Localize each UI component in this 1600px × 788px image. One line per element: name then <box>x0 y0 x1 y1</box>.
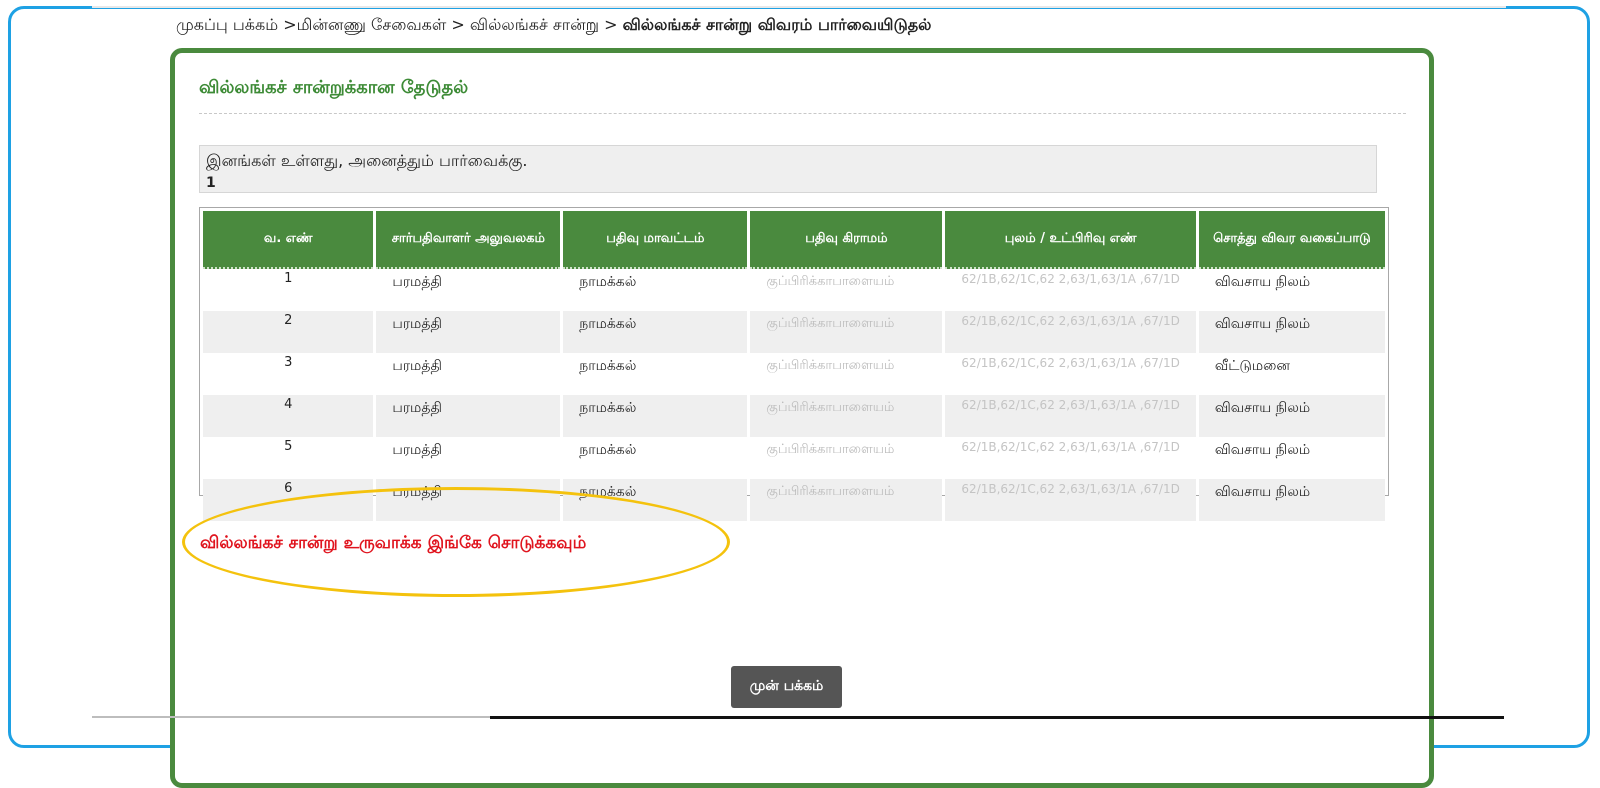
results-table-container: வ. எண் சார்பதிவாளர் அலுவலகம் பதிவு மாவட்… <box>199 207 1389 521</box>
cell-village: குப்பிரிக்காபாளையம் <box>766 358 895 373</box>
cell-office: பரமத்தி <box>376 395 561 437</box>
breadcrumb-ec[interactable]: வில்லங்கச் சான்று <box>470 15 599 34</box>
table-row[interactable]: 5 பரமத்தி நாமக்கல் குப்பிரிக்காபாளையம் 6… <box>203 437 1385 479</box>
bottom-divider-dark <box>490 716 1504 719</box>
header-district: பதிவு மாவட்டம் <box>563 211 748 269</box>
breadcrumb-separator: > <box>604 15 618 34</box>
header-survey: புலம் / உட்பிரிவு எண் <box>945 211 1196 269</box>
header-office: சார்பதிவாளர் அலுவலகம் <box>376 211 561 269</box>
cell-district: நாமக்கல் <box>579 358 637 374</box>
table-row[interactable]: 4 பரமத்தி நாமக்கல் குப்பிரிக்காபாளையம் 6… <box>203 395 1385 437</box>
cell-district: நாமக்கல் <box>579 442 637 458</box>
cell-village: குப்பிரிக்காபாளையம் <box>750 395 943 437</box>
cell-survey: 62/1B,62/1C,62 2,63/1,63/1A ,67/1D <box>961 272 1180 286</box>
cell-type: விவசாய நிலம் <box>1214 442 1311 458</box>
cell-survey: 62/1B,62/1C,62 2,63/1,63/1A ,67/1D <box>945 395 1196 437</box>
cell-village: குப்பிரிக்காபாளையம் <box>750 479 943 521</box>
cell-survey: 62/1B,62/1C,62 2,63/1,63/1A ,67/1D <box>945 479 1196 521</box>
result-message: இனங்கள் உள்ளது, அனைத்தும் பார்வைக்கு. <box>206 151 528 170</box>
result-summary: இனங்கள் உள்ளது, அனைத்தும் பார்வைக்கு. 1 <box>199 145 1377 193</box>
cell-sno: 2 <box>203 311 374 353</box>
cell-office: பரமத்தி <box>376 311 561 353</box>
cell-survey: 62/1B,62/1C,62 2,63/1,63/1A ,67/1D <box>961 440 1180 454</box>
create-ec-link[interactable]: வில்லங்கச் சான்று உருவாக்க இங்கே சொடுக்க… <box>200 533 586 555</box>
cell-district: நாமக்கல் <box>563 311 748 353</box>
cell-village: குப்பிரிக்காபாளையம் <box>766 274 895 289</box>
cell-village: குப்பிரிக்காபாளையம் <box>750 311 943 353</box>
results-table: வ. எண் சார்பதிவாளர் அலுவலகம் பதிவு மாவட்… <box>200 211 1388 521</box>
table-row[interactable]: 2 பரமத்தி நாமக்கல் குப்பிரிக்காபாளையம் 6… <box>203 311 1385 353</box>
title-divider <box>199 113 1406 114</box>
cell-sno: 1 <box>284 271 293 286</box>
cell-type: விவசாய நிலம் <box>1198 479 1385 521</box>
result-count: 1 <box>206 175 216 191</box>
cell-survey: 62/1B,62/1C,62 2,63/1,63/1A ,67/1D <box>961 356 1180 370</box>
table-row[interactable]: 1 பரமத்தி நாமக்கல் குப்பிரிக்காபாளையம் 6… <box>203 269 1385 311</box>
cell-type: விவசாய நிலம் <box>1198 311 1385 353</box>
breadcrumb-separator: > <box>451 15 465 34</box>
panel-title: வில்லங்கச் சான்றுக்கான தேடுதல் <box>199 77 469 98</box>
table-header-row: வ. எண் சார்பதிவாளர் அலுவலகம் பதிவு மாவட்… <box>203 211 1385 269</box>
cell-type: விவசாய நிலம் <box>1214 274 1311 290</box>
header-type: சொத்து விவர வகைப்பாடு <box>1198 211 1385 269</box>
bottom-divider-light <box>92 716 490 718</box>
cell-survey: 62/1B,62/1C,62 2,63/1,63/1A ,67/1D <box>945 311 1196 353</box>
cell-district: நாமக்கல் <box>563 395 748 437</box>
breadcrumb-home[interactable]: முகப்பு பக்கம் <box>176 15 278 34</box>
table-row[interactable]: 3 பரமத்தி நாமக்கல் குப்பிரிக்காபாளையம் 6… <box>203 353 1385 395</box>
breadcrumb-separator: > <box>283 15 297 34</box>
cell-sno: 5 <box>284 439 293 454</box>
back-button[interactable]: முன் பக்கம் <box>731 666 842 708</box>
breadcrumb-current: வில்லங்கச் சான்று விவரம் பார்வையிடுதல் <box>622 15 932 34</box>
cell-sno: 4 <box>203 395 374 437</box>
header-sno: வ. எண் <box>203 211 374 269</box>
cell-office: பரமத்தி <box>392 274 442 290</box>
breadcrumb: முகப்பு பக்கம் >மின்னணு சேவைகள் > வில்லங… <box>176 15 931 36</box>
cell-office: பரமத்தி <box>392 442 442 458</box>
header-village: பதிவு கிராமம் <box>750 211 943 269</box>
top-divider <box>92 6 1506 8</box>
cell-office: பரமத்தி <box>392 358 442 374</box>
cell-type: விவசாய நிலம் <box>1198 395 1385 437</box>
breadcrumb-services[interactable]: மின்னணு சேவைகள் <box>297 15 447 34</box>
cell-sno: 3 <box>284 355 293 370</box>
cell-district: நாமக்கல் <box>579 274 637 290</box>
cell-village: குப்பிரிக்காபாளையம் <box>766 442 895 457</box>
cell-type: வீட்டுமனை <box>1214 358 1290 374</box>
